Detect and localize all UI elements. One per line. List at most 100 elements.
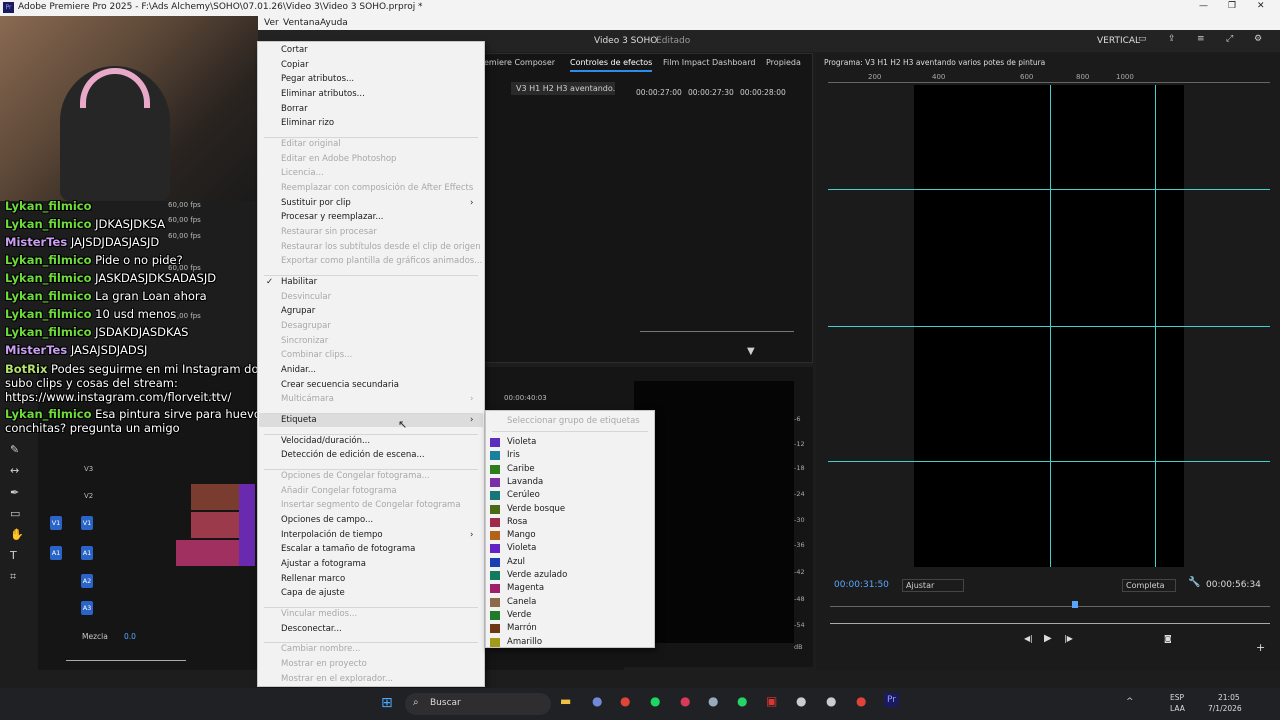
lang-1[interactable]: ESP xyxy=(1170,693,1184,702)
context-menu-item[interactable]: Eliminar atributos... xyxy=(281,89,365,99)
play-button[interactable]: ▶ xyxy=(1044,633,1052,644)
app-icon[interactable]: ● xyxy=(680,694,690,708)
context-menu-item[interactable]: Escalar a tamaño de fotograma xyxy=(281,544,415,554)
quality-select[interactable]: Completa xyxy=(1122,579,1176,592)
share-icon[interactable]: ▭ xyxy=(1138,34,1147,44)
razor-tool-icon[interactable]: ✎ xyxy=(10,443,19,456)
clip-v3-purple[interactable] xyxy=(239,484,255,566)
label-option[interactable]: Mango xyxy=(507,530,536,540)
playhead-bar[interactable] xyxy=(830,606,1270,607)
label-option[interactable]: Caribe xyxy=(507,464,535,474)
spotify-icon[interactable]: ● xyxy=(650,694,660,708)
rectangle-tool-icon[interactable]: ▭ xyxy=(10,507,20,520)
label-option[interactable]: Iris xyxy=(507,450,520,460)
wrench-icon[interactable]: 🔧 xyxy=(1188,577,1200,588)
tray-chevron-icon[interactable]: ^ xyxy=(1126,697,1134,707)
app2-icon[interactable]: ● xyxy=(796,694,806,708)
context-menu-item[interactable]: Anidar... xyxy=(281,365,316,375)
track-a3[interactable]: A3 xyxy=(81,601,93,615)
maximize-icon[interactable]: ❐ xyxy=(1228,1,1236,11)
playhead-marker[interactable] xyxy=(1072,601,1078,608)
program-timecode[interactable]: 00:00:31:50 xyxy=(834,580,889,590)
label-option[interactable]: Magenta xyxy=(507,583,544,593)
label-option[interactable]: Violeta xyxy=(507,437,536,447)
clip-a1[interactable] xyxy=(176,540,239,566)
timeline-zoom-bar[interactable] xyxy=(66,660,186,661)
label-option[interactable]: Cerúleo xyxy=(507,490,540,500)
camera-icon[interactable]: ◙ xyxy=(1164,634,1172,643)
minimize-icon[interactable]: — xyxy=(1199,1,1208,11)
context-menu-item[interactable]: Opciones de campo... xyxy=(281,515,373,525)
fullscreen-icon[interactable]: ⤢ xyxy=(1226,34,1233,44)
program-tab[interactable]: Programa: V3 H1 H2 H3 aventando varios p… xyxy=(824,58,1045,67)
tab-properties[interactable]: Propieda xyxy=(766,58,801,67)
lang-2[interactable]: LAA xyxy=(1170,704,1185,713)
label-option[interactable]: Verde azulado xyxy=(507,570,567,580)
label-option[interactable]: Rosa xyxy=(507,517,527,527)
step-back-button[interactable]: ◀| xyxy=(1024,634,1033,643)
context-menu-item[interactable]: Borrar xyxy=(281,104,308,114)
clock-date[interactable]: 7/1/2026 xyxy=(1208,704,1242,713)
context-menu-item[interactable]: Sustituir por clip xyxy=(281,198,351,208)
folder-icon[interactable]: ▬ xyxy=(560,694,571,708)
label-option[interactable]: Verde bosque xyxy=(507,504,565,514)
context-menu-item[interactable]: Habilitar xyxy=(281,277,317,287)
close-icon[interactable]: ✕ xyxy=(1257,1,1265,11)
caption-tool-icon[interactable]: ⌗ xyxy=(10,570,16,584)
premiere-taskbar-icon[interactable]: Pr xyxy=(884,693,899,707)
filter-icon[interactable]: ▼ xyxy=(747,346,755,357)
context-menu-item[interactable]: Copiar xyxy=(281,60,309,70)
label-option[interactable]: Marrón xyxy=(507,623,537,633)
clip-v2[interactable] xyxy=(191,484,239,510)
effects-scroll-bar[interactable] xyxy=(640,331,794,332)
chrome-icon[interactable]: ● xyxy=(620,694,630,708)
label-option[interactable]: Lavanda xyxy=(507,477,543,487)
menu-ventana[interactable]: Ventana xyxy=(283,18,320,28)
context-menu-item[interactable]: Ajustar a fotograma xyxy=(281,559,366,569)
windows-start-icon[interactable]: ⊞ xyxy=(381,695,393,711)
label-option[interactable]: Canela xyxy=(507,597,536,607)
settings-icon[interactable]: ⚙ xyxy=(1254,34,1262,44)
hand-tool-icon[interactable]: ✋ xyxy=(10,528,24,541)
clip-v1[interactable] xyxy=(191,512,239,538)
menu-ver[interactable]: Ver xyxy=(264,18,279,28)
tab-film-impact[interactable]: Film Impact Dashboard xyxy=(663,58,755,67)
label-option[interactable]: Amarillo xyxy=(507,637,542,647)
effects-clip-name[interactable]: V3 H1 H2 H3 aventando... xyxy=(511,82,615,95)
context-menu-item[interactable]: Velocidad/duración... xyxy=(281,436,370,446)
context-menu-item[interactable]: Crear secuencia secundaria xyxy=(281,380,399,390)
context-menu-item[interactable]: Etiqueta xyxy=(281,415,317,425)
label-option[interactable]: Azul xyxy=(507,557,525,567)
context-menu-item[interactable]: Agrupar xyxy=(281,306,315,316)
tab-composer[interactable]: emiere Composer xyxy=(484,58,555,67)
label-option[interactable]: Verde xyxy=(507,610,531,620)
label-option[interactable]: Violeta xyxy=(507,543,536,553)
meter-app-icon[interactable]: ▣ xyxy=(766,694,777,708)
discord-icon[interactable]: ● xyxy=(592,694,602,708)
mix-value[interactable]: 0.0 xyxy=(124,632,136,641)
whatsapp-icon[interactable]: ● xyxy=(737,694,747,708)
slip-tool-icon[interactable]: ↔ xyxy=(10,464,19,477)
context-menu-item[interactable]: Eliminar rizo xyxy=(281,118,334,128)
workspace-layout[interactable]: VERTICAL xyxy=(1097,36,1140,46)
add-button-icon[interactable]: + xyxy=(1256,641,1265,654)
track-v1[interactable]: V1 xyxy=(81,516,93,530)
track-a1-source[interactable]: A1 xyxy=(50,546,62,560)
taskbar-search[interactable]: ⌕ Buscar xyxy=(405,693,551,715)
menu-icon[interactable]: ≡ xyxy=(1197,34,1205,44)
zoom-bar[interactable] xyxy=(830,623,1270,624)
context-menu-item[interactable]: Capa de ajuste xyxy=(281,588,345,598)
context-menu-item[interactable]: Cortar xyxy=(281,45,308,55)
context-menu-item[interactable]: Interpolación de tiempo xyxy=(281,530,383,540)
tab-effect-controls[interactable]: Controles de efectos xyxy=(570,58,653,72)
context-menu-item[interactable]: Procesar y reemplazar... xyxy=(281,212,383,222)
fit-select[interactable]: Ajustar xyxy=(902,579,964,592)
context-menu-item[interactable]: Rellenar marco xyxy=(281,574,345,584)
context-menu-item[interactable]: Pegar atributos... xyxy=(281,74,354,84)
pen-tool-icon[interactable]: ✒ xyxy=(10,486,19,499)
menu-ayuda[interactable]: Ayuda xyxy=(320,18,348,28)
context-menu-item[interactable]: Desconectar... xyxy=(281,624,342,634)
context-menu-item[interactable]: Detección de edición de escena... xyxy=(281,450,425,460)
type-tool-icon[interactable]: T xyxy=(10,549,17,562)
clock-time[interactable]: 21:05 xyxy=(1218,693,1240,702)
